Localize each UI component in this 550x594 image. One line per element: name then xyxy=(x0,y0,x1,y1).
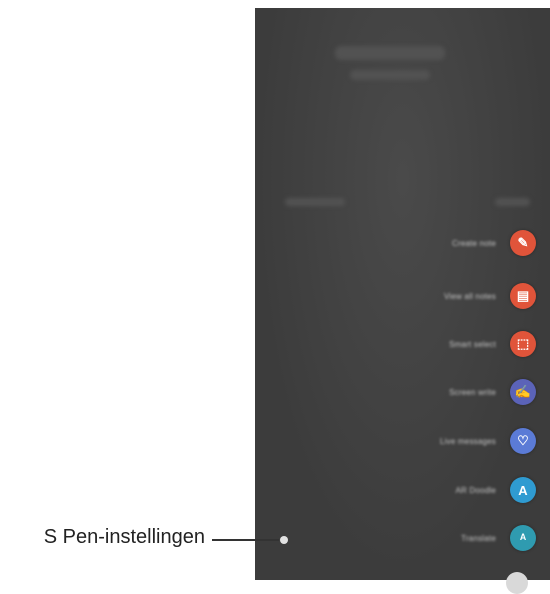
menu-item[interactable]: Live messages ♡ xyxy=(396,428,536,454)
menu-item-label: AR Doodle xyxy=(455,485,496,495)
menu-item[interactable]: Translate ᴬ xyxy=(396,525,536,551)
menu-item-label: Translate xyxy=(461,533,496,543)
menu-item-icon: A xyxy=(510,477,536,503)
menu-item-label: Smart select xyxy=(449,339,496,349)
menu-item-label: View all notes xyxy=(443,291,496,301)
menu-item-icon: ᴬ xyxy=(510,525,536,551)
menu-item[interactable]: Create note ✎ xyxy=(396,230,536,256)
callout-line xyxy=(212,539,279,541)
menu-item-label: Live messages xyxy=(440,436,496,446)
blurred-heading xyxy=(335,46,445,60)
blurred-row xyxy=(285,198,345,206)
callout-label: S Pen-instellingen xyxy=(43,526,205,548)
menu-item-icon: ✍ xyxy=(510,379,536,405)
menu-item-label: Screen write xyxy=(449,387,496,397)
menu-item[interactable]: Screen write ✍ xyxy=(396,379,536,405)
menu-item-icon: ▤ xyxy=(510,283,536,309)
menu-item[interactable]: View all notes ▤ xyxy=(396,283,536,309)
blurred-subheading xyxy=(350,70,430,80)
blurred-row xyxy=(495,198,530,206)
menu-item-label: Create note xyxy=(451,238,496,248)
partial-menu-icon[interactable] xyxy=(506,572,528,594)
menu-item-icon: ✎ xyxy=(510,230,536,256)
menu-item[interactable]: AR Doodle A xyxy=(396,477,536,503)
menu-item-icon: ⬚ xyxy=(510,331,536,357)
device-screen: Create note ✎ View all notes ▤ Smart select ⬚… xyxy=(255,8,550,580)
settings-icon[interactable] xyxy=(280,536,288,544)
menu-item-icon: ♡ xyxy=(510,428,536,454)
menu-item[interactable]: Smart select ⬚ xyxy=(396,331,536,357)
